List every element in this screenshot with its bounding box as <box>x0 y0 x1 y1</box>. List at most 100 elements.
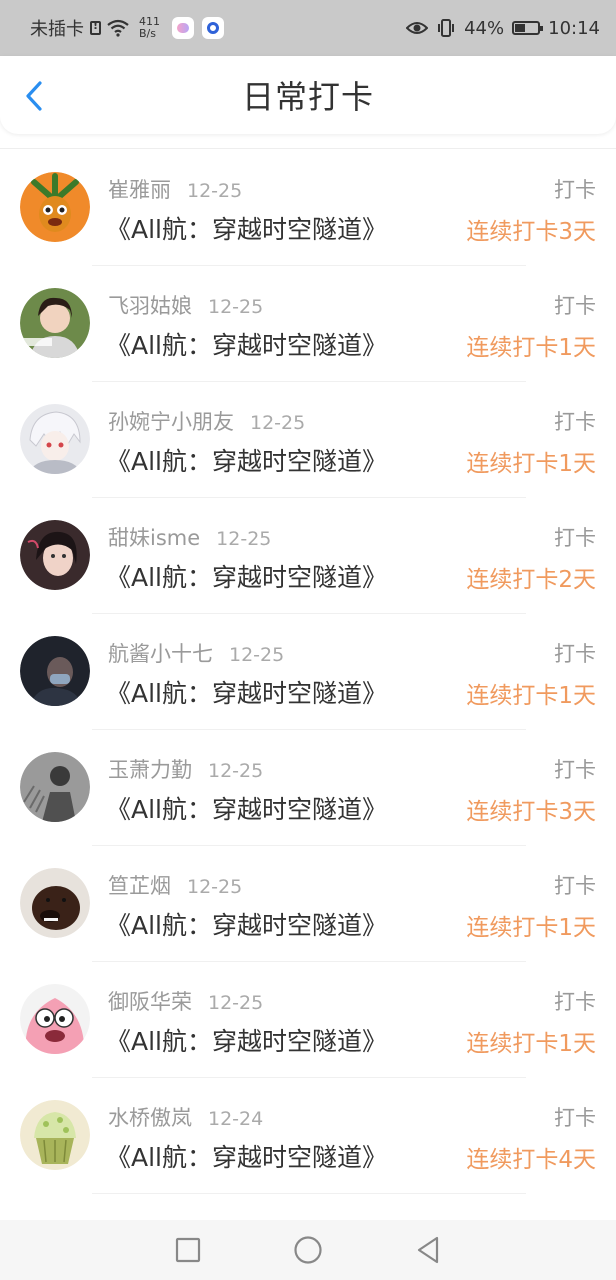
system-nav-bar <box>0 1220 616 1280</box>
app-notification-icon <box>202 17 224 39</box>
sim-icon <box>90 19 101 35</box>
streak-label: 连续打卡3天 <box>466 219 596 245</box>
user-name: 笪芷烟 <box>108 874 171 898</box>
checkin-action[interactable]: 打卡 <box>554 174 596 204</box>
user-name: 甜妹isme <box>108 526 201 550</box>
chevron-left-icon <box>26 81 42 111</box>
course-title: 《All航：穿越时空隧道》 <box>106 679 387 708</box>
checkin-action[interactable]: 打卡 <box>554 522 596 552</box>
avatar <box>20 520 90 590</box>
avatar <box>20 1100 90 1170</box>
list-item[interactable]: 御阪华荣 12-25 打卡 《All航：穿越时空隧道》 连续打卡1天 <box>0 962 616 1078</box>
battery-icon <box>512 21 544 35</box>
user-name: 玉萧力勤 <box>108 758 192 782</box>
user-name: 御阪华荣 <box>108 990 192 1014</box>
eye-icon <box>406 22 429 34</box>
list-item[interactable]: 甜妹isme 12-25 打卡 《All航：穿越时空隧道》 连续打卡2天 <box>0 498 616 614</box>
square-icon <box>175 1237 201 1263</box>
course-title: 《All航：穿越时空隧道》 <box>106 447 387 476</box>
circle-icon <box>294 1236 322 1264</box>
streak-label: 连续打卡1天 <box>466 1031 596 1057</box>
carrier-text: 未插卡 <box>30 19 84 40</box>
recent-apps-button[interactable] <box>172 1234 204 1266</box>
checkin-date: 12-25 <box>229 644 285 666</box>
checkin-date: 12-24 <box>208 1108 264 1130</box>
checkin-date: 12-25 <box>187 876 243 898</box>
user-name: 崔雅丽 <box>108 178 171 202</box>
status-right: 44% 10:14 <box>406 18 600 39</box>
checkin-action[interactable]: 打卡 <box>554 290 596 320</box>
streak-label: 连续打卡2天 <box>466 567 596 593</box>
course-title: 《All航：穿越时空隧道》 <box>106 1027 387 1056</box>
checkin-action[interactable]: 打卡 <box>554 1102 596 1132</box>
list-item[interactable]: 玉萧力勤 12-25 打卡 《All航：穿越时空隧道》 连续打卡3天 <box>0 730 616 846</box>
speed-unit: B/s <box>139 27 156 40</box>
checkin-date: 12-25 <box>208 760 264 782</box>
user-line: 笪芷烟 12-25 <box>108 870 242 900</box>
user-name: 飞羽姑娘 <box>108 294 192 318</box>
list-item[interactable]: 水桥傲岚 12-24 打卡 《All航：穿越时空隧道》 连续打卡4天 <box>0 1078 616 1194</box>
streak-label: 连续打卡1天 <box>466 451 596 477</box>
checkin-action[interactable]: 打卡 <box>554 406 596 436</box>
system-back-button[interactable] <box>412 1234 444 1266</box>
list-item[interactable]: 孙婉宁小朋友 12-25 打卡 《All航：穿越时空隧道》 连续打卡1天 <box>0 382 616 498</box>
streak-label: 连续打卡3天 <box>466 799 596 825</box>
user-line: 孙婉宁小朋友 12-25 <box>108 406 305 436</box>
course-title: 《All航：穿越时空隧道》 <box>106 215 387 244</box>
network-speed: 411 B/s <box>139 16 160 40</box>
course-title: 《All航：穿越时空隧道》 <box>106 911 387 940</box>
user-name: 航酱小十七 <box>108 642 213 666</box>
triangle-back-icon <box>417 1236 439 1264</box>
list-item[interactable]: 飞羽姑娘 12-25 打卡 《All航：穿越时空隧道》 连续打卡1天 <box>0 266 616 382</box>
wifi-icon <box>107 19 129 37</box>
streak-label: 连续打卡1天 <box>466 683 596 709</box>
course-title: 《All航：穿越时空隧道》 <box>106 563 387 592</box>
user-name: 孙婉宁小朋友 <box>108 410 234 434</box>
divider <box>0 148 616 149</box>
streak-label: 连续打卡1天 <box>466 335 596 361</box>
status-left: 未插卡 411 B/s <box>30 15 224 41</box>
checkin-date: 12-25 <box>208 992 264 1014</box>
app-header: 日常打卡 <box>0 56 616 134</box>
avatar <box>20 636 90 706</box>
checkin-action[interactable]: 打卡 <box>554 986 596 1016</box>
checkin-date: 12-25 <box>208 296 264 318</box>
user-line: 航酱小十七 12-25 <box>108 638 284 668</box>
avatar <box>20 868 90 938</box>
user-line: 水桥傲岚 12-24 <box>108 1102 263 1132</box>
list-item[interactable]: 笪芷烟 12-25 打卡 《All航：穿越时空隧道》 连续打卡1天 <box>0 846 616 962</box>
user-line: 飞羽姑娘 12-25 <box>108 290 263 320</box>
user-line: 崔雅丽 12-25 <box>108 174 242 204</box>
checkin-action[interactable]: 打卡 <box>554 754 596 784</box>
avatar <box>20 752 90 822</box>
course-title: 《All航：穿越时空隧道》 <box>106 795 387 824</box>
avatar <box>20 172 90 242</box>
checkin-action[interactable]: 打卡 <box>554 870 596 900</box>
streak-label: 连续打卡4天 <box>466 1147 596 1173</box>
user-line: 御阪华荣 12-25 <box>108 986 263 1016</box>
user-line: 玉萧力勤 12-25 <box>108 754 263 784</box>
list-item[interactable]: 崔雅丽 12-25 打卡 《All航：穿越时空隧道》 连续打卡3天 <box>0 150 616 266</box>
checkin-date: 12-25 <box>250 412 306 434</box>
back-button[interactable] <box>22 80 46 112</box>
page-title: 日常打卡 <box>241 78 374 116</box>
status-bar: 未插卡 411 B/s 44% 10:14 <box>0 0 616 56</box>
checkin-action[interactable]: 打卡 <box>554 638 596 668</box>
course-title: 《All航：穿越时空隧道》 <box>106 331 387 360</box>
avatar <box>20 404 90 474</box>
list-item[interactable]: 航酱小十七 12-25 打卡 《All航：穿越时空隧道》 连续打卡1天 <box>0 614 616 730</box>
vibrate-icon <box>438 19 455 37</box>
avatar <box>20 288 90 358</box>
checkin-date: 12-25 <box>187 180 243 202</box>
clock: 10:14 <box>548 17 600 39</box>
user-name: 水桥傲岚 <box>108 1106 192 1130</box>
app-notification-icon <box>172 17 194 39</box>
user-line: 甜妹isme 12-25 <box>108 522 271 552</box>
course-title: 《All航：穿越时空隧道》 <box>106 1143 387 1172</box>
streak-label: 连续打卡1天 <box>466 915 596 941</box>
checkin-date: 12-25 <box>216 528 272 550</box>
battery-percent: 44% <box>464 17 505 39</box>
checkin-list: 崔雅丽 12-25 打卡 《All航：穿越时空隧道》 连续打卡3天 飞羽姑娘 12-… <box>0 150 616 1194</box>
home-button[interactable] <box>292 1234 324 1266</box>
avatar <box>20 984 90 1054</box>
